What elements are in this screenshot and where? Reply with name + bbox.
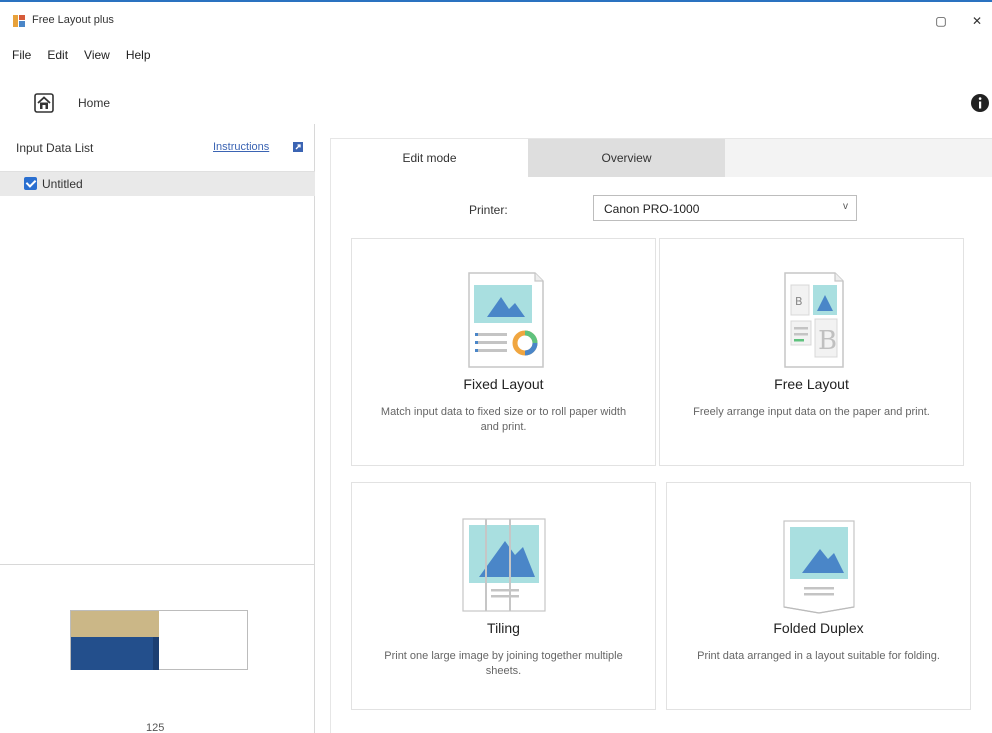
tab-edit-mode[interactable]: Edit mode <box>331 139 528 177</box>
free-layout-card[interactable]: B B Free Layout Freely arrange input dat… <box>659 238 964 466</box>
home-label[interactable]: Home <box>78 96 110 110</box>
printer-selected-value: Canon PRO-1000 <box>604 202 700 216</box>
title-bar: Free Layout plus ▢ ✕ <box>0 0 992 40</box>
input-data-title: Input Data List <box>16 141 94 155</box>
item-checkbox[interactable] <box>24 177 37 190</box>
close-button[interactable]: ✕ <box>968 12 986 30</box>
zoom-level: 125 <box>146 722 165 733</box>
menu-help[interactable]: Help <box>126 48 151 70</box>
list-item[interactable]: Untitled <box>0 172 315 196</box>
printer-select[interactable]: Canon PRO-1000 v <box>593 195 857 221</box>
tab-overview[interactable]: Overview <box>528 139 725 177</box>
layout-preview-thumbnail <box>70 610 248 670</box>
preview-region-tan <box>71 611 159 637</box>
menu-view[interactable]: View <box>84 48 110 70</box>
card-description: Print one large image by joining togethe… <box>384 650 623 677</box>
fixed-layout-icon <box>467 272 544 368</box>
mode-panel: Edit mode Overview Printer: Canon PRO-10… <box>330 138 992 733</box>
home-bar: Home <box>0 84 992 122</box>
card-title: Folded Duplex <box>773 620 864 636</box>
free-layout-icon: B B <box>783 272 844 368</box>
input-data-header: Input Data List Instructions <box>0 124 315 172</box>
item-label: Untitled <box>42 177 83 191</box>
maximize-button[interactable]: ▢ <box>932 12 950 30</box>
folded-duplex-icon <box>782 520 855 614</box>
card-title: Tiling <box>487 620 520 636</box>
panel-divider <box>0 564 315 565</box>
external-link-icon[interactable] <box>292 141 304 153</box>
instructions-link[interactable]: Instructions <box>213 141 269 153</box>
card-title: Free Layout <box>774 376 849 392</box>
svg-text:B: B <box>795 295 803 308</box>
folded-duplex-card[interactable]: Folded Duplex Print data arranged in a l… <box>666 482 971 710</box>
card-description: Match input data to fixed size or to rol… <box>380 406 627 433</box>
card-title: Fixed Layout <box>463 376 544 392</box>
menu-file[interactable]: File <box>12 48 31 70</box>
preview-region-blue <box>71 637 153 670</box>
chevron-down-icon: v <box>843 201 848 212</box>
card-description: Print data arranged in a layout suitable… <box>697 650 940 662</box>
menu-edit[interactable]: Edit <box>47 48 68 70</box>
home-icon[interactable] <box>34 93 54 113</box>
app-logo-icon <box>13 15 25 27</box>
menu-bar: File Edit View Help <box>0 48 151 70</box>
tiling-card[interactable]: Tiling Print one large image by joining … <box>351 482 656 710</box>
info-icon[interactable] <box>970 93 990 113</box>
card-description: Freely arrange input data on the paper a… <box>693 406 930 418</box>
preview-region-blue-edge <box>153 637 159 670</box>
tiling-icon <box>461 518 546 612</box>
printer-label: Printer: <box>469 203 508 217</box>
fixed-layout-card[interactable]: Fixed Layout Match input data to fixed s… <box>351 238 656 466</box>
window-title: Free Layout plus <box>32 14 114 26</box>
svg-text:B: B <box>818 326 837 356</box>
input-data-panel: Input Data List Instructions Untitled 12… <box>0 124 315 733</box>
